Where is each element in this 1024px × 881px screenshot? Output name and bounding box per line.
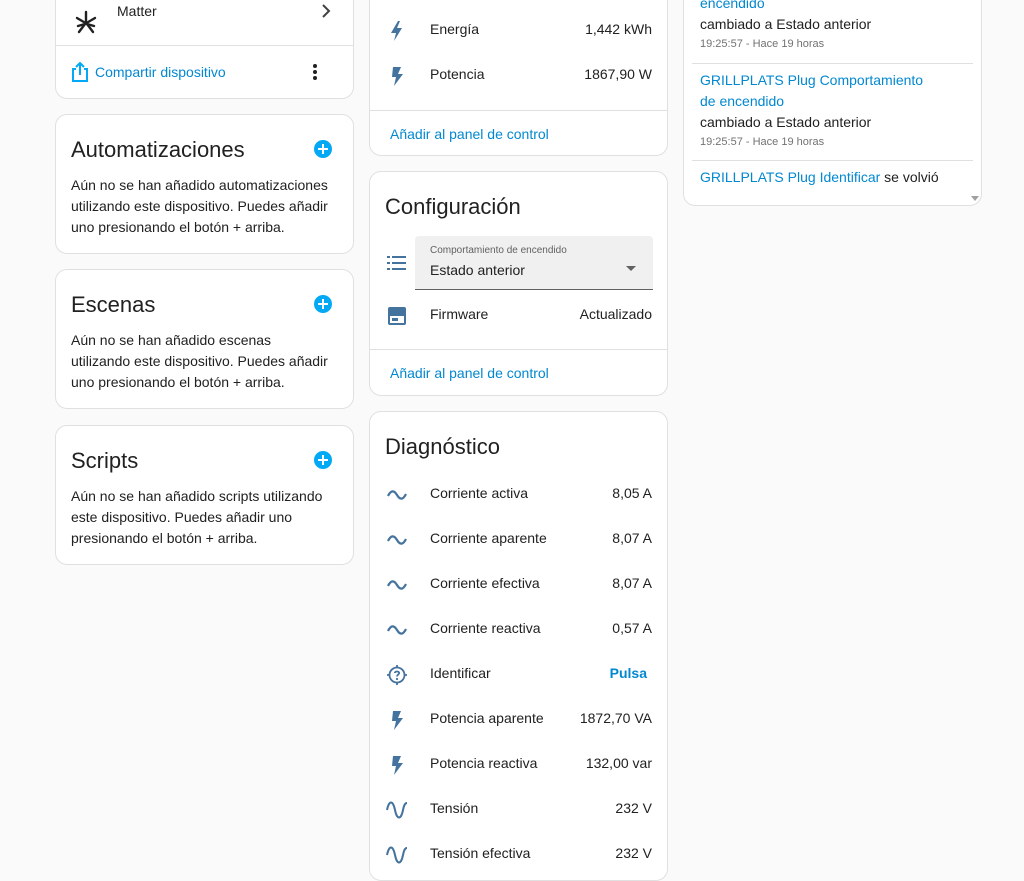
diagnostic-row[interactable]: Corriente activa 8,05 A xyxy=(370,472,667,516)
diagnostic-label: Corriente reactiva xyxy=(430,620,541,636)
scenes-title: Escenas xyxy=(71,292,156,317)
current-ac-icon xyxy=(386,619,408,641)
flash-icon xyxy=(386,754,408,776)
logbook-card: encendido cambiado a Estado anterior 19:… xyxy=(683,0,982,206)
logbook-message: cambiado a Estado anterior xyxy=(700,16,872,32)
diagnostic-value: 232 V xyxy=(615,845,652,861)
logbook-list[interactable]: encendido cambiado a Estado anterior 19:… xyxy=(684,0,981,205)
logbook-message: cambiado a Estado anterior xyxy=(700,114,872,130)
power-on-behavior-select[interactable]: Comportamiento de encendido Estado anter… xyxy=(415,236,653,290)
diagnostic-value: 8,07 A xyxy=(612,575,652,591)
logbook-timestamp: 19:25:57 - Hace 19 horas xyxy=(700,38,825,50)
diagnostic-label: Tensión xyxy=(430,800,479,816)
diagnostic-label: Potencia reactiva xyxy=(430,755,538,771)
sensor-value: 1867,90 W xyxy=(584,66,652,82)
flash-icon xyxy=(386,709,408,731)
diagnostic-row[interactable]: Corriente aparente 8,07 A xyxy=(370,517,667,561)
logbook-entity-link[interactable]: GRILLPLATS Plug Identificar xyxy=(700,169,880,185)
add-scene-button[interactable] xyxy=(314,295,332,313)
diagnostic-label: Corriente efectiva xyxy=(430,575,540,591)
matter-icon xyxy=(74,10,98,34)
sensor-label: Potencia xyxy=(430,66,485,82)
current-ac-icon xyxy=(386,529,408,551)
diagnostic-row[interactable]: Tensión efectiva 232 V xyxy=(370,832,667,876)
scripts-title: Scripts xyxy=(71,448,139,473)
add-automation-button[interactable] xyxy=(314,140,332,158)
integration-label: Matter xyxy=(117,3,157,19)
scripts-empty-text: Aún no se han añadido scripts utilizando… xyxy=(71,488,323,546)
scripts-card: Scripts Aún no se han añadido scripts ut… xyxy=(55,425,354,565)
scenes-card: Escenas Aún no se han añadido escenas ut… xyxy=(55,269,354,409)
sensor-value: 1,442 kWh xyxy=(585,21,652,37)
diagnostic-value: 132,00 var xyxy=(585,755,652,771)
configuration-card: Configuración Comportamiento de encendid… xyxy=(369,171,668,396)
sensor-row-power[interactable]: Potencia 1867,90 W xyxy=(370,53,667,97)
crosshairs-question-icon xyxy=(386,664,408,686)
diagnostics-title: Diagnóstico xyxy=(385,434,500,459)
sensors-card: Energía 1,442 kWh Potencia 1867,90 W Aña… xyxy=(369,0,668,156)
scenes-empty-text: Aún no se han añadido escenas utilizando… xyxy=(71,332,328,390)
integration-row[interactable]: Matter xyxy=(56,1,353,46)
diagnostic-value: 8,05 A xyxy=(612,485,652,501)
diagnostic-label: Tensión efectiva xyxy=(430,845,531,861)
diagnostic-row-identify: Identificar Pulsa xyxy=(370,652,667,696)
diagnostic-row[interactable]: Corriente reactiva 0,57 A xyxy=(370,607,667,651)
sine-wave-icon xyxy=(386,799,408,821)
logbook-entry: GRILLPLATS Plug Comportamiento de encend… xyxy=(700,70,940,151)
diagnostic-label: Corriente activa xyxy=(430,485,529,501)
identify-press-button[interactable]: Pulsa xyxy=(610,665,647,681)
update-icon xyxy=(386,305,408,327)
flash-icon xyxy=(386,65,408,87)
diagnostic-value: 8,07 A xyxy=(612,530,652,546)
current-ac-icon xyxy=(386,574,408,596)
firmware-label: Firmware xyxy=(430,306,489,322)
logbook-message: se volvió xyxy=(884,169,939,185)
logbook-entity-link[interactable]: GRILLPLATS Plug Comportamiento de encend… xyxy=(700,72,923,109)
firmware-value: Actualizado xyxy=(579,306,652,322)
diagnostic-row[interactable]: Potencia aparente 1872,70 VA xyxy=(370,697,667,741)
format-list-icon xyxy=(387,254,407,277)
diagnostic-value: 1872,70 VA xyxy=(579,710,652,726)
divider xyxy=(370,349,667,350)
automations-title: Automatizaciones xyxy=(71,137,245,162)
diagnostics-card: Diagnóstico Corriente activa 8,05 A Corr… xyxy=(369,411,668,881)
automations-empty-text: Aún no se han añadido automatizaciones u… xyxy=(71,177,328,235)
divider xyxy=(370,110,667,111)
firmware-row[interactable]: Firmware Actualizado xyxy=(370,293,667,337)
logbook-entry: encendido cambiado a Estado anterior 19:… xyxy=(700,0,971,53)
device-info-card: Matter Compartir dispositivo xyxy=(55,0,354,99)
automations-card: Automatizaciones Aún no se han añadido a… xyxy=(55,114,354,254)
add-to-dashboard-button[interactable]: Añadir al panel de control xyxy=(390,126,549,142)
diagnostic-row[interactable]: Potencia reactiva 132,00 var xyxy=(370,742,667,786)
current-ac-icon xyxy=(386,484,408,506)
divider xyxy=(56,45,353,46)
sensor-row-energy[interactable]: Energía 1,442 kWh xyxy=(370,8,667,52)
configuration-title: Configuración xyxy=(385,194,521,219)
logbook-entity-link[interactable]: encendido xyxy=(700,0,765,11)
diagnostic-label: Corriente aparente xyxy=(430,530,547,546)
diagnostic-label: Potencia aparente xyxy=(430,710,544,726)
divider xyxy=(692,160,973,161)
logbook-timestamp: 19:25:57 - Hace 19 horas xyxy=(700,136,825,148)
chevron-right-icon xyxy=(321,3,331,24)
sensor-label: Energía xyxy=(430,21,480,37)
sine-wave-icon xyxy=(386,844,408,866)
diagnostic-value: 232 V xyxy=(615,800,652,816)
diagnostic-row[interactable]: Tensión 232 V xyxy=(370,787,667,831)
logbook-entry: GRILLPLATS Plug Identificar se volvió xyxy=(700,167,971,188)
share-label: Compartir dispositivo xyxy=(95,64,226,80)
share-icon xyxy=(70,61,90,88)
scroll-down-arrow-icon[interactable] xyxy=(971,188,979,205)
divider xyxy=(692,63,973,64)
diagnostic-label: Identificar xyxy=(430,665,491,681)
lightning-bolt-icon xyxy=(386,20,408,42)
select-value: Estado anterior xyxy=(430,262,525,278)
diagnostic-value: 0,57 A xyxy=(612,620,652,636)
more-vert-icon[interactable] xyxy=(313,63,317,81)
select-label: Comportamiento de encendido xyxy=(430,245,567,256)
diagnostic-row[interactable]: Corriente efectiva 8,07 A xyxy=(370,562,667,606)
dropdown-arrow-icon xyxy=(626,259,636,277)
add-script-button[interactable] xyxy=(314,451,332,469)
add-to-dashboard-button[interactable]: Añadir al panel de control xyxy=(390,365,549,381)
